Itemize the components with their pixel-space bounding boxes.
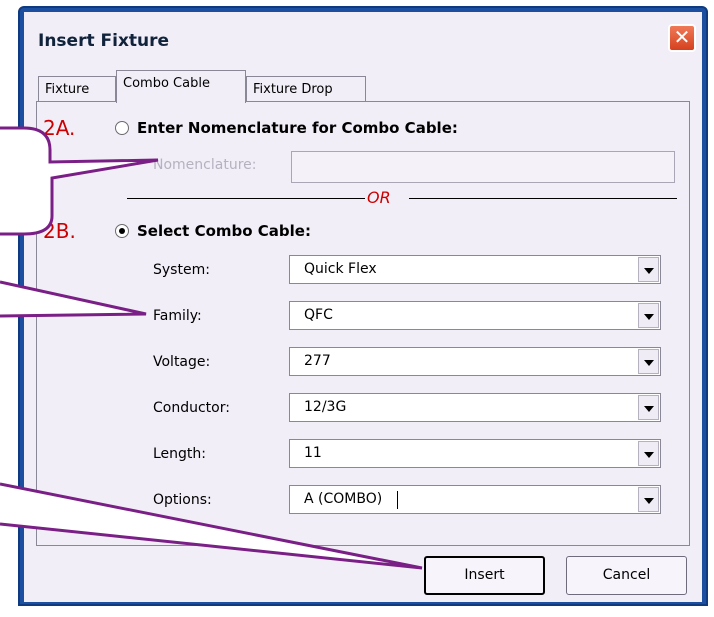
nomenclature-radio[interactable] [115,121,129,135]
text-cursor [397,491,398,509]
chevron-down-icon[interactable] [638,349,659,374]
conductor-value: 12/3G [304,399,347,415]
dialog-title: Insert Fixture [38,31,170,51]
tab-fixture-drop[interactable]: Fixture Drop [246,76,366,102]
family-label: Family: [153,308,202,324]
radio-selected-dot [119,228,125,234]
cancel-button[interactable]: Cancel [566,556,687,595]
or-divider-text: OR [367,188,391,207]
chevron-down-icon[interactable] [638,441,659,466]
system-label: System: [153,262,210,278]
dialog-body: Fixture Combo Cable Fixture Drop 2A. Ent… [24,62,702,602]
chevron-down-icon[interactable] [638,395,659,420]
divider-right [409,198,677,199]
close-icon: ✕ [673,25,691,49]
tab-fixture[interactable]: Fixture [38,76,116,102]
step-2a-label: 2A. [43,116,76,140]
select-combo-radio[interactable] [115,224,129,238]
options-value: A (COMBO) [304,491,383,507]
conductor-label: Conductor: [153,400,230,416]
length-dropdown[interactable]: 11 [289,439,661,468]
options-dropdown[interactable]: A (COMBO) [289,485,661,514]
nomenclature-input[interactable] [291,151,675,183]
family-dropdown[interactable]: QFC [289,301,661,330]
insert-fixture-dialog: Insert Fixture ✕ Fixture Combo Cable Fix… [18,6,708,606]
voltage-label: Voltage: [153,354,211,370]
chevron-down-icon[interactable] [638,257,659,282]
system-value: Quick Flex [304,261,377,277]
length-value: 11 [304,445,322,461]
divider-left [127,198,365,199]
family-value: QFC [304,307,333,323]
system-dropdown[interactable]: Quick Flex [289,255,661,284]
title-bar[interactable]: Insert Fixture ✕ [24,12,702,63]
chevron-down-icon[interactable] [638,303,659,328]
nomenclature-label: Nomenclature: [153,157,257,173]
voltage-dropdown[interactable]: 277 [289,347,661,376]
options-label: Options: [153,492,212,508]
close-button[interactable]: ✕ [668,24,696,52]
length-label: Length: [153,446,207,462]
chevron-down-icon[interactable] [638,487,659,512]
tab-combo-cable[interactable]: Combo Cable [116,70,246,103]
option-a-heading: Enter Nomenclature for Combo Cable: [137,119,458,137]
step-2b-label: 2B. [43,219,76,243]
option-b-heading: Select Combo Cable: [137,222,311,240]
insert-button[interactable]: Insert [424,556,545,595]
conductor-dropdown[interactable]: 12/3G [289,393,661,422]
combo-cable-panel: 2A. Enter Nomenclature for Combo Cable: … [36,101,690,546]
voltage-value: 277 [304,353,331,369]
